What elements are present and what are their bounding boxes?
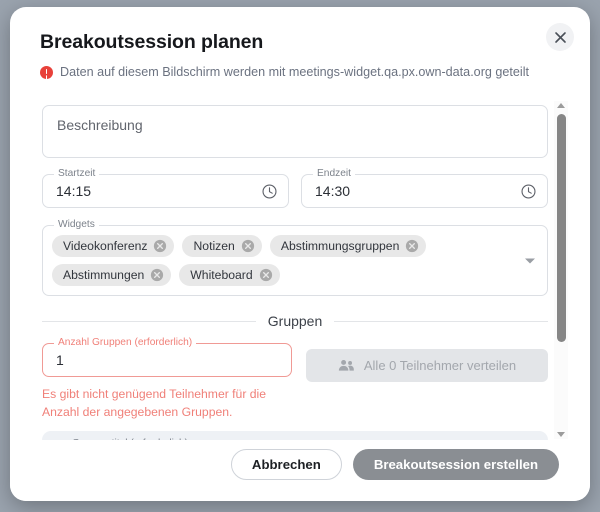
dialog-header: Breakoutsession planen Daten auf diesem … xyxy=(10,7,590,81)
widget-chip-label: Whiteboard xyxy=(190,268,253,282)
close-x-glyph xyxy=(554,31,566,43)
schedule-breakout-dialog: Breakoutsession planen Daten auf diesem … xyxy=(10,7,590,501)
widget-chip[interactable]: Abstimmungen xyxy=(52,264,172,286)
group-card: Gruppentitel (erforderlich) Gruppe 1 xyxy=(42,431,548,440)
end-time-label: Endzeit xyxy=(313,168,355,180)
close-icon[interactable] xyxy=(546,23,574,51)
group-count-value: 1 xyxy=(56,352,64,368)
group-count-error: Es gibt nicht genügend Teilnehmer für di… xyxy=(42,387,267,419)
start-time-value: 14:15 xyxy=(56,183,92,199)
people-icon xyxy=(338,358,355,373)
divider xyxy=(42,320,256,322)
description-placeholder: Beschreibung xyxy=(57,117,143,133)
distribute-button-label: Alle 0 Teilnehmer verteilen xyxy=(363,358,517,373)
remove-chip-icon[interactable] xyxy=(405,239,419,253)
groups-section-label: Gruppen xyxy=(267,313,323,329)
scroll-down-arrow-icon[interactable] xyxy=(557,432,565,437)
groups-count-column: Anzahl Gruppen (erforderlich) 1 Es gibt … xyxy=(42,337,292,421)
widget-chip-label: Videokonferenz xyxy=(63,239,148,253)
divider xyxy=(334,320,549,322)
widget-chip[interactable]: Abstimmungsgruppen xyxy=(269,235,427,257)
widget-chip-label: Notizen xyxy=(193,239,235,253)
widget-chip[interactable]: Notizen xyxy=(182,235,262,257)
remove-chip-icon[interactable] xyxy=(259,268,273,282)
widgets-select[interactable]: Widgets Videokonferenz Notizen Abstimmun… xyxy=(42,219,548,296)
start-time-label: Startzeit xyxy=(54,168,100,180)
widget-chip-label: Abstimmungsgruppen xyxy=(280,239,400,253)
dialog-body: Beschreibung Startzeit 14:15 Endzeit 14:… xyxy=(10,95,590,440)
scrollbar-thumb[interactable] xyxy=(556,114,566,342)
clock-icon[interactable] xyxy=(261,183,278,200)
dialog-footer: Abbrechen Breakoutsession erstellen xyxy=(10,440,590,501)
description-input[interactable]: Beschreibung xyxy=(42,105,548,158)
warning-icon xyxy=(40,66,53,80)
vertical-scrollbar[interactable] xyxy=(554,101,568,439)
scroll-up-arrow-icon[interactable] xyxy=(557,103,565,108)
share-notice-text: Daten auf diesem Bildschirm werden mit m… xyxy=(60,65,529,80)
remove-chip-icon[interactable] xyxy=(153,239,167,253)
cancel-button[interactable]: Abbrechen xyxy=(230,448,342,480)
groups-section-header: Gruppen xyxy=(42,313,549,329)
remove-chip-icon[interactable] xyxy=(241,239,255,253)
share-notice: Daten auf diesem Bildschirm werden mit m… xyxy=(40,64,560,80)
chevron-down-icon[interactable] xyxy=(525,258,535,263)
create-breakout-session-button[interactable]: Breakoutsession erstellen xyxy=(352,448,559,480)
start-time-field[interactable]: Startzeit 14:15 xyxy=(42,168,289,208)
widget-chip-label: Abstimmungen xyxy=(63,268,145,282)
dialog-body-scroll: Beschreibung Startzeit 14:15 Endzeit 14:… xyxy=(10,95,590,440)
time-row: Startzeit 14:15 Endzeit 14:30 xyxy=(42,168,548,208)
widget-chip[interactable]: Videokonferenz xyxy=(52,235,175,257)
end-time-field[interactable]: Endzeit 14:30 xyxy=(301,168,548,208)
widgets-chip-list: Videokonferenz Notizen Abstimmungsgruppe… xyxy=(52,235,513,286)
widgets-label: Widgets xyxy=(54,219,99,231)
distribute-participants-button[interactable]: Alle 0 Teilnehmer verteilen xyxy=(306,349,548,382)
groups-count-row: Anzahl Gruppen (erforderlich) 1 Es gibt … xyxy=(42,337,548,421)
group-count-input[interactable]: Anzahl Gruppen (erforderlich) 1 xyxy=(42,337,292,377)
clock-icon[interactable] xyxy=(520,183,537,200)
remove-chip-icon[interactable] xyxy=(150,268,164,282)
page-title: Breakoutsession planen xyxy=(40,31,264,53)
end-time-value: 14:30 xyxy=(315,183,351,199)
group-count-label: Anzahl Gruppen (erforderlich) xyxy=(54,337,197,349)
widget-chip[interactable]: Whiteboard xyxy=(179,264,280,286)
